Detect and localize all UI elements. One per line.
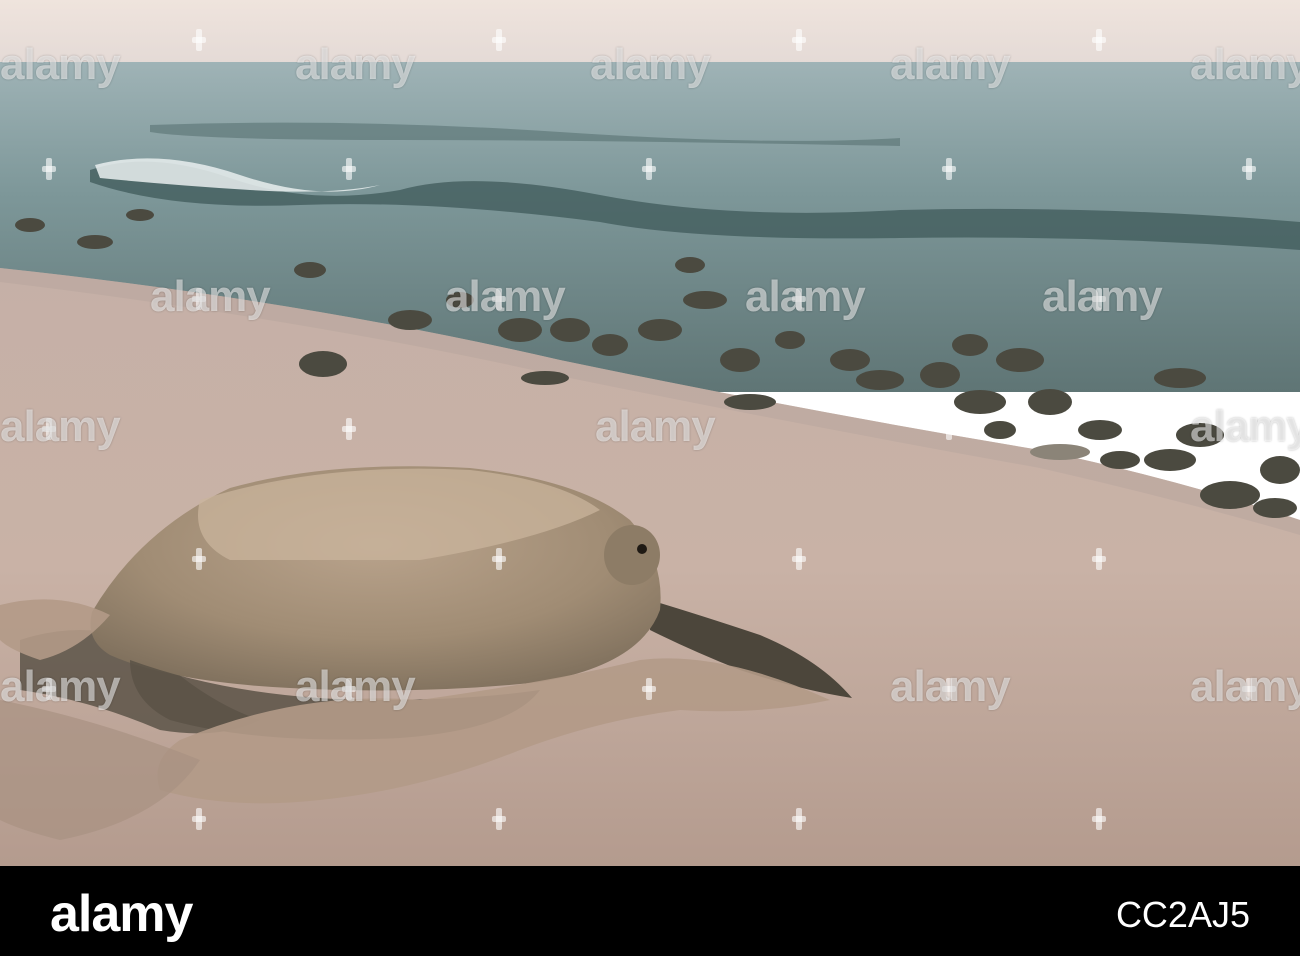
- watermark-plus-icon: [1242, 678, 1256, 700]
- photo: alamy alamy alamy alamy alamy alamy alam…: [0, 0, 1300, 866]
- image-id: CC2AJ5: [1115, 894, 1250, 935]
- watermark-plus-icon: [1242, 418, 1256, 440]
- beach-scene: [0, 0, 1300, 866]
- turtle-eye: [637, 544, 647, 554]
- watermark-plus-icon: [192, 29, 206, 51]
- footer-logo: alamy: [50, 885, 193, 943]
- watermark-plus-icon: [1092, 808, 1106, 830]
- watermark-plus-icon: [792, 29, 806, 51]
- watermark-plus-icon: [492, 288, 506, 310]
- watermark-plus-icon: [192, 548, 206, 570]
- turtle-head: [604, 525, 660, 585]
- watermark-plus-icon: [792, 548, 806, 570]
- watermark-plus-icon: [492, 29, 506, 51]
- watermark-plus-icon: [42, 418, 56, 440]
- footer-bar: alamy CC2AJ5: [0, 866, 1300, 956]
- watermark-plus-icon: [1092, 288, 1106, 310]
- watermark-plus-icon: [192, 808, 206, 830]
- watermark-plus-icon: [1242, 158, 1256, 180]
- watermark-plus-icon: [1092, 548, 1106, 570]
- watermark-plus-icon: [642, 678, 656, 700]
- watermark-plus-icon: [942, 678, 956, 700]
- watermark-plus-icon: [942, 418, 956, 440]
- watermark-plus-icon: [342, 678, 356, 700]
- watermark-plus-icon: [942, 158, 956, 180]
- watermark-plus-icon: [342, 418, 356, 440]
- watermark-plus-icon: [492, 808, 506, 830]
- watermark-plus-icon: [42, 158, 56, 180]
- watermark-plus-icon: [342, 158, 356, 180]
- watermark-plus-icon: [492, 548, 506, 570]
- watermark-plus-icon: [792, 808, 806, 830]
- watermark-plus-icon: [792, 288, 806, 310]
- watermark-plus-icon: [192, 288, 206, 310]
- watermark-plus-icon: [1092, 29, 1106, 51]
- watermark-plus-icon: [42, 678, 56, 700]
- watermark-plus-icon: [642, 158, 656, 180]
